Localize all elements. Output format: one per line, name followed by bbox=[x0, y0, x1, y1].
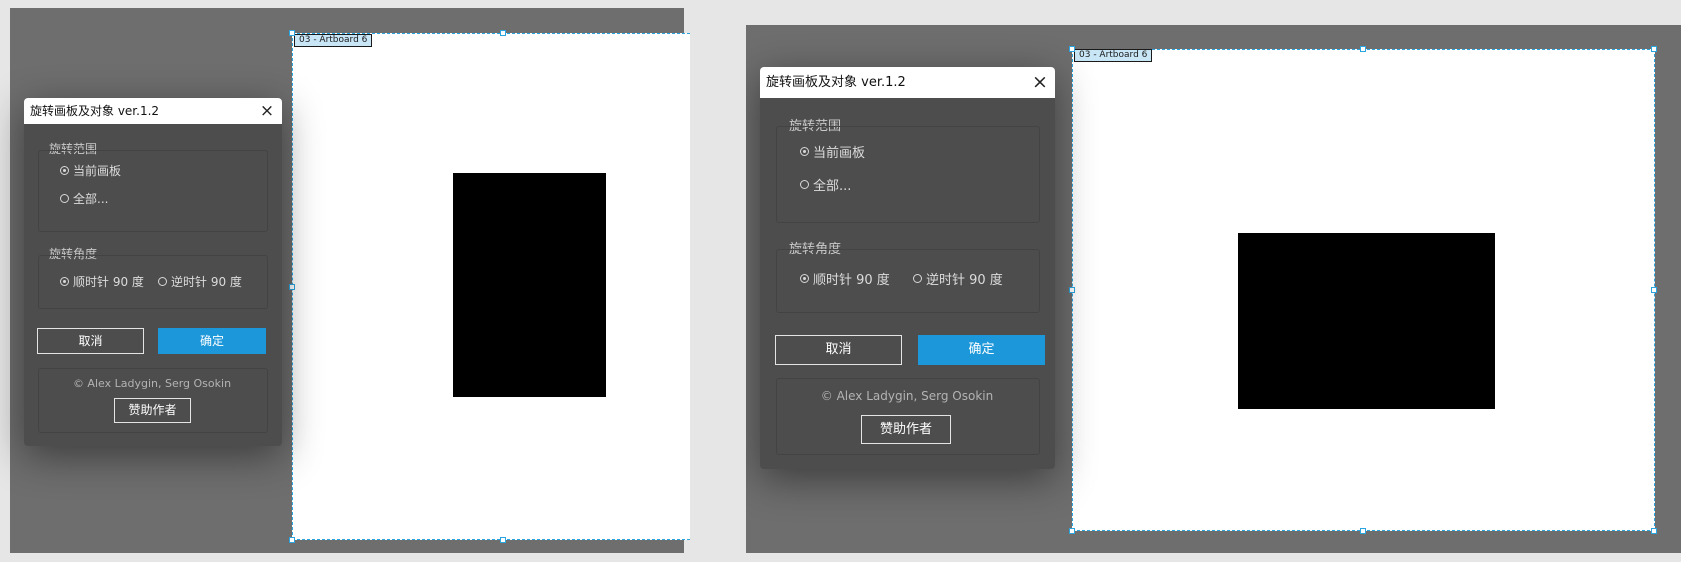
radio-counterclockwise-90[interactable]: 逆时针 90 度 bbox=[158, 273, 242, 290]
selection-handle[interactable] bbox=[1069, 287, 1075, 293]
radio-current-artboard[interactable]: 当前画板 bbox=[800, 142, 865, 161]
radio-selected-icon bbox=[800, 147, 809, 156]
radio-counterclockwise-90[interactable]: 逆时针 90 度 bbox=[913, 269, 1003, 288]
radio-label: 全部... bbox=[73, 192, 109, 206]
black-rectangle-landscape[interactable] bbox=[1238, 233, 1495, 409]
radio-label: 全部... bbox=[813, 179, 852, 194]
rotate-artboard-dialog: 旋转画板及对象 ver.1.2 × 旋转范围 当前画板 全部... 旋转角度 顺… bbox=[24, 98, 282, 446]
panel-after: 03 - Artboard 6 旋转画板及对象 ver.1.2 × 旋转范围 当… bbox=[746, 0, 1681, 562]
artboard-name-label: 03 - Artboard 6 bbox=[294, 34, 373, 47]
radio-current-artboard[interactable]: 当前画板 bbox=[60, 162, 121, 179]
selection-handle[interactable] bbox=[289, 30, 295, 36]
radio-selected-icon bbox=[800, 274, 809, 283]
selection-handle[interactable] bbox=[1069, 46, 1075, 52]
selection-handle[interactable] bbox=[1651, 528, 1657, 534]
selection-handle[interactable] bbox=[1651, 287, 1657, 293]
dialog-titlebar: 旋转画板及对象 ver.1.2 × bbox=[760, 67, 1055, 98]
close-icon[interactable]: × bbox=[1030, 72, 1050, 92]
cancel-button[interactable]: 取消 bbox=[37, 328, 144, 354]
selection-handle[interactable] bbox=[500, 537, 506, 543]
radio-all-artboards[interactable]: 全部... bbox=[800, 175, 851, 194]
radio-label: 顺时针 90 度 bbox=[813, 273, 890, 288]
dialog-title: 旋转画板及对象 ver.1.2 bbox=[30, 104, 160, 118]
radio-label: 顺时针 90 度 bbox=[73, 275, 144, 289]
artboard[interactable] bbox=[1072, 49, 1655, 531]
credits-text: © Alex Ladygin, Serg Osokin bbox=[72, 377, 232, 390]
radio-selected-icon bbox=[60, 277, 69, 286]
selection-handle[interactable] bbox=[289, 537, 295, 543]
dialog-titlebar: 旋转画板及对象 ver.1.2 × bbox=[24, 98, 282, 124]
selection-handle[interactable] bbox=[289, 284, 295, 290]
radio-clockwise-90[interactable]: 顺时针 90 度 bbox=[800, 269, 890, 288]
radio-clockwise-90[interactable]: 顺时针 90 度 bbox=[60, 273, 144, 290]
selection-handle[interactable] bbox=[500, 30, 506, 36]
radio-unselected-icon bbox=[158, 277, 167, 286]
black-rectangle-portrait[interactable] bbox=[453, 173, 606, 397]
radio-label: 当前画板 bbox=[813, 146, 866, 161]
rotate-artboard-dialog: 旋转画板及对象 ver.1.2 × 旋转范围 当前画板 全部... 旋转角度 顺… bbox=[760, 67, 1055, 469]
cancel-button[interactable]: 取消 bbox=[775, 335, 902, 365]
selection-handle[interactable] bbox=[1360, 528, 1366, 534]
radio-label: 当前画板 bbox=[73, 164, 122, 178]
radio-label: 逆时针 90 度 bbox=[171, 275, 242, 289]
credits-text: © Alex Ladygin, Serg Osokin bbox=[820, 389, 994, 403]
selection-handle[interactable] bbox=[1069, 528, 1075, 534]
dialog-title: 旋转画板及对象 ver.1.2 bbox=[766, 75, 906, 90]
panel-before: 03 - Artboard 6 旋转画板及对象 ver.1.2 × 旋转范围 当… bbox=[0, 0, 690, 562]
donate-button[interactable]: 赞助作者 bbox=[861, 415, 951, 444]
artboard[interactable] bbox=[292, 33, 690, 540]
ok-button[interactable]: 确定 bbox=[158, 328, 266, 354]
donate-button[interactable]: 赞助作者 bbox=[114, 398, 191, 423]
radio-unselected-icon bbox=[800, 180, 809, 189]
selection-handle[interactable] bbox=[1360, 46, 1366, 52]
radio-label: 逆时针 90 度 bbox=[926, 273, 1003, 288]
radio-unselected-icon bbox=[913, 274, 922, 283]
close-icon[interactable]: × bbox=[257, 101, 277, 121]
radio-unselected-icon bbox=[60, 194, 69, 203]
artboard-name-label: 03 - Artboard 6 bbox=[1074, 49, 1153, 62]
selection-handle[interactable] bbox=[1651, 46, 1657, 52]
radio-all-artboards[interactable]: 全部... bbox=[60, 190, 108, 207]
ok-button[interactable]: 确定 bbox=[918, 335, 1045, 365]
radio-selected-icon bbox=[60, 166, 69, 175]
